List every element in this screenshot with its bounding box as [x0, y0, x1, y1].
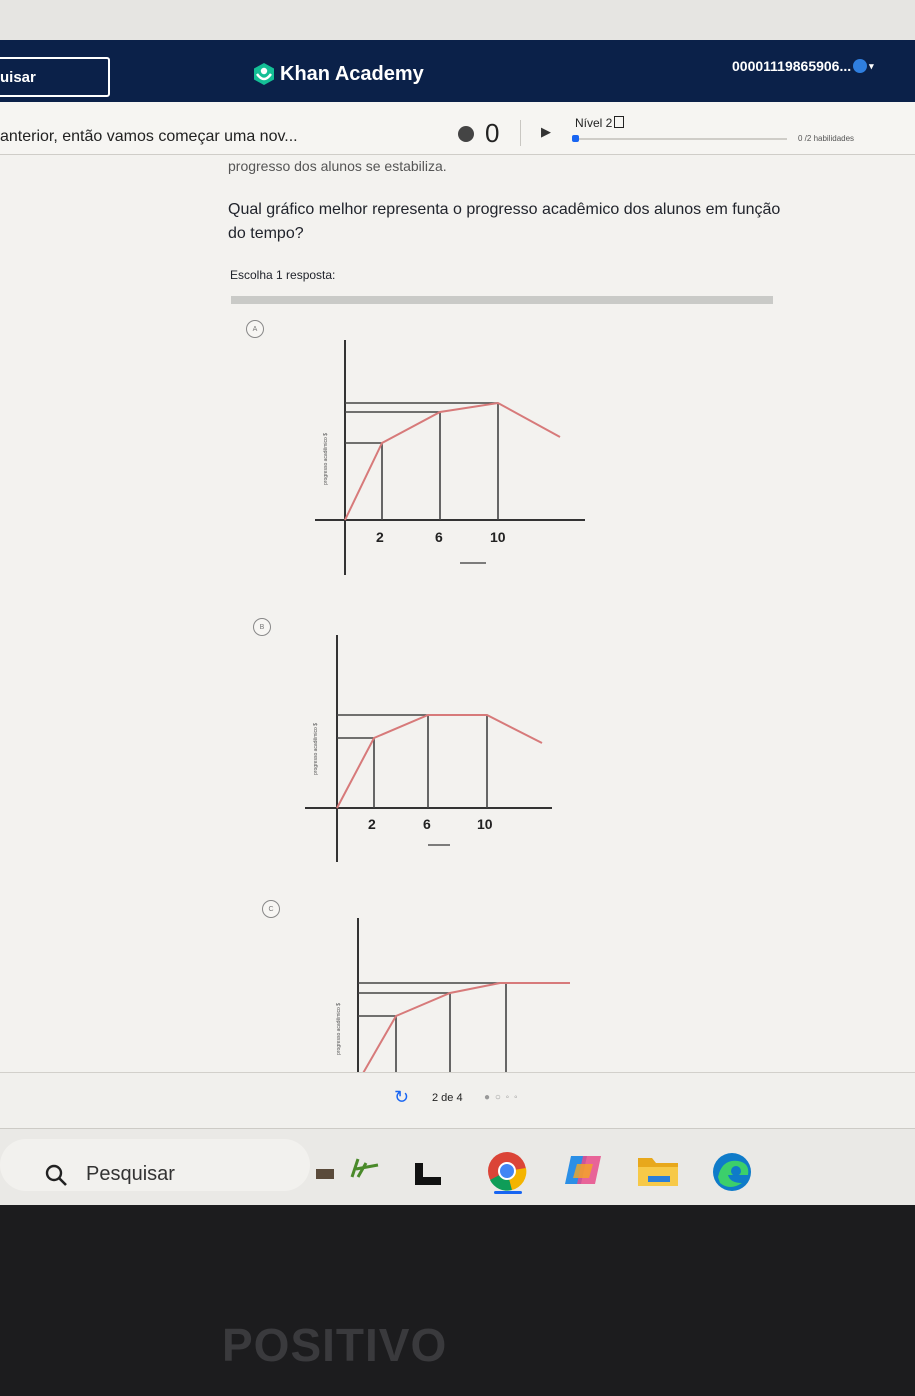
- exercise-title: anterior, então vamos começar uma nov...: [0, 128, 298, 145]
- y-axis-label: progresso acadêmico $: [323, 433, 329, 485]
- level-label: Nível 2: [575, 116, 625, 130]
- tick-label: 2: [368, 816, 376, 832]
- streak-icon: [458, 126, 474, 142]
- avatar: [853, 59, 868, 73]
- tick-label: 2: [376, 529, 384, 545]
- exercise-bar: anterior, então vamos começar uma nov...…: [0, 102, 915, 155]
- active-app-indicator: [494, 1191, 522, 1194]
- choose-label: Escolha 1 resposta:: [230, 268, 336, 282]
- play-icon[interactable]: ▶: [541, 124, 551, 140]
- y-axis-label: progresso acadêmico $: [336, 1003, 342, 1055]
- taskbar-search[interactable]: Pesquisar: [0, 1139, 379, 1191]
- skills-count: 0 /2 habilidades: [798, 134, 855, 143]
- monitor-top-bezel: [0, 0, 915, 40]
- y-axis-label: progresso acadêmico $: [313, 723, 319, 775]
- khan-header: uisar Khan Academy 00001119865906... ▾: [0, 40, 915, 102]
- divider: [520, 120, 521, 146]
- tick-label: 10: [477, 816, 493, 832]
- previous-text: progresso dos alunos se estabiliza.: [228, 158, 447, 174]
- option-c-graph[interactable]: progresso acadêmico $: [320, 915, 580, 1076]
- tick-label: 6: [435, 529, 443, 545]
- brand-name: Khan Academy: [280, 62, 424, 85]
- progress-track: [575, 138, 787, 140]
- brand-logo: POSITIVO: [222, 1319, 448, 1371]
- progress-curve: [344, 401, 561, 521]
- option-a-graph[interactable]: 2 6 10 progresso acadêmico $: [300, 335, 600, 580]
- laptop-bezel: POSITIVO: [0, 1205, 915, 1396]
- exercise-footer: ↻ 2 de 4 ● ○ ◦ ◦: [0, 1072, 915, 1129]
- khan-logo-icon: [254, 63, 274, 85]
- question-pager: 2 de 4: [432, 1092, 463, 1104]
- question-text: Qual gráfico melhor representa o progres…: [228, 201, 781, 242]
- level-info-icon[interactable]: [614, 116, 625, 128]
- option-c-radio[interactable]: C: [262, 900, 280, 918]
- streak-count: 0: [485, 118, 500, 148]
- chevron-down-icon: ▾: [869, 60, 874, 71]
- khan-academy-logo[interactable]: Khan Academy: [252, 62, 424, 86]
- copilot-icon[interactable]: [563, 1152, 603, 1188]
- browser-screen: uisar Khan Academy 00001119865906... ▾ a…: [0, 40, 915, 1205]
- chrome-icon[interactable]: [486, 1150, 528, 1192]
- progress-curve: [361, 982, 570, 1076]
- search-placeholder: Pesquisar: [86, 1163, 175, 1185]
- user-menu[interactable]: 00001119865906... ▾: [732, 58, 874, 74]
- file-explorer-icon[interactable]: [636, 1154, 680, 1188]
- tick-label: 6: [423, 816, 431, 832]
- progress-dots: ● ○ ◦ ◦: [484, 1092, 519, 1103]
- widgets-icon[interactable]: [312, 1149, 384, 1183]
- option-b-radio[interactable]: B: [253, 618, 271, 636]
- answer-divider: [231, 296, 773, 304]
- option-a-radio[interactable]: A: [246, 320, 264, 338]
- tick-label: 10: [490, 529, 506, 545]
- task-view-icon[interactable]: [413, 1157, 443, 1187]
- refresh-icon[interactable]: ↻: [394, 1087, 409, 1108]
- option-b-graph[interactable]: 2 6 10 progresso acadêmico $: [290, 630, 570, 865]
- search-icon: [45, 1164, 67, 1186]
- edge-icon[interactable]: [710, 1151, 754, 1193]
- progress-marker: [572, 135, 579, 142]
- user-id: 00001119865906...: [732, 58, 852, 74]
- windows-taskbar: Pesquisar: [0, 1128, 915, 1205]
- search-field[interactable]: uisar: [0, 57, 110, 97]
- progress-curve: [336, 714, 543, 809]
